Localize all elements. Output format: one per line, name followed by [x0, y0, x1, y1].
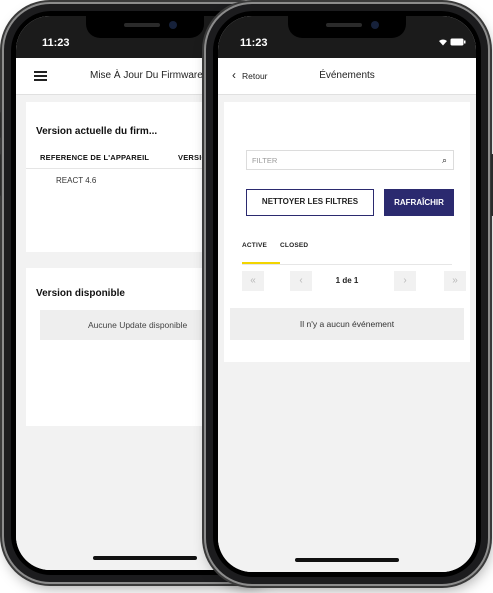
back-nav-title: Mise À Jour Du Firmware	[90, 70, 203, 81]
front-phone-screen: 11:23 ‹ Retour Événements FILTER ⌕ NETTO…	[218, 16, 476, 572]
pager-next-button[interactable]: ›	[394, 271, 416, 291]
column-header-device-ref: REFERENCE DE L'APPAREIL	[40, 153, 150, 162]
clear-filters-button[interactable]: NETTOYER LES FILTRES	[246, 189, 374, 216]
refresh-button[interactable]: RAFRAÎCHIR	[384, 189, 454, 216]
back-status-time: 11:23	[42, 37, 70, 49]
front-notch-camera	[371, 21, 379, 29]
front-notch-speaker	[326, 23, 362, 27]
battery-icon	[450, 38, 466, 46]
back-notch	[86, 16, 204, 38]
filter-placeholder: FILTER	[252, 156, 278, 165]
current-version-title: Version actuelle du firm...	[36, 126, 158, 137]
back-home-indicator	[93, 556, 197, 560]
tab-closed[interactable]: CLOSED	[280, 242, 308, 249]
front-status-bar: 11:23	[218, 16, 476, 58]
tab-divider	[242, 264, 452, 265]
back-notch-camera	[169, 21, 177, 29]
front-phone-frame: 11:23 ‹ Retour Événements FILTER ⌕ NETTO…	[206, 4, 493, 584]
no-update-message: Aucune Update disponible	[88, 320, 188, 330]
front-nav-bar: ‹ Retour Événements	[218, 58, 476, 95]
pager-text: 1 de 1	[335, 276, 359, 285]
front-status-time: 11:23	[240, 37, 268, 49]
filter-input[interactable]: FILTER ⌕	[246, 150, 454, 170]
no-events-message: Il n'y a aucun événement	[230, 308, 464, 340]
pager-last-button[interactable]: »	[444, 271, 466, 291]
front-notch	[288, 16, 406, 38]
device-ref-cell: REACT 4.6	[56, 176, 97, 185]
search-icon[interactable]: ⌕	[442, 151, 447, 170]
front-page-title: Événements	[319, 70, 375, 81]
wifi-icon	[439, 39, 447, 46]
back-notch-speaker	[124, 23, 160, 27]
available-version-title: Version disponible	[36, 288, 125, 299]
tab-active[interactable]: ACTIVE	[242, 242, 267, 249]
front-home-indicator	[295, 558, 399, 562]
back-phone-side-button	[0, 112, 1, 138]
menu-icon[interactable]	[34, 71, 47, 81]
back-phone-volume-button	[0, 154, 1, 196]
